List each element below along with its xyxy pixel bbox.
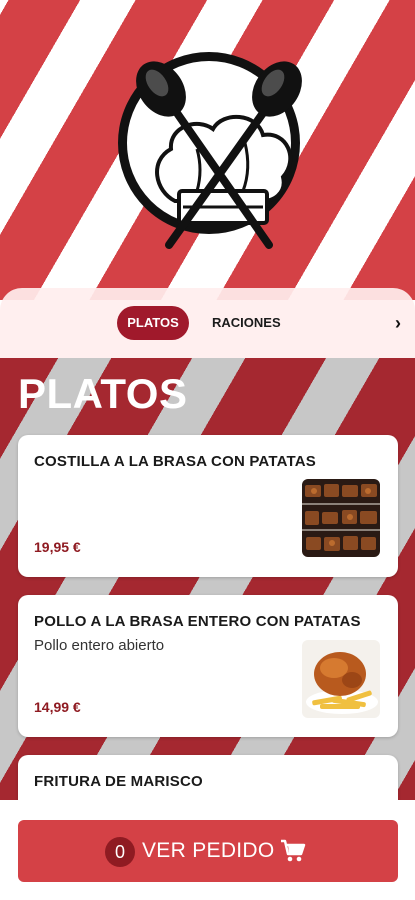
dish-name: FRITURA DE MARISCO — [34, 773, 203, 790]
grilled-ribs-photo — [302, 479, 380, 557]
order-bar: 0 VER PEDIDO — [0, 800, 415, 900]
dish-price: 19,95 € — [34, 539, 81, 555]
category-tab-bar: PLATOS RACIONES › — [0, 288, 415, 358]
dish-price: 14,99 € — [34, 699, 81, 715]
cart-icon — [281, 839, 306, 862]
order-count-badge: 0 — [105, 837, 135, 867]
chef-hat-crossed-spoons-icon — [136, 61, 302, 249]
dish-description: Pollo entero abierto — [34, 637, 165, 654]
view-order-label: VER PEDIDO — [142, 839, 275, 862]
dish-card[interactable]: POLLO A LA BRASA ENTERO CON PATATAS Poll… — [18, 595, 398, 737]
dish-name: COSTILLA A LA BRASA CON PATATAS — [34, 453, 317, 470]
restaurant-logo — [118, 52, 302, 249]
roast-chicken-fries-photo — [302, 640, 380, 718]
section-title: PLATOS — [18, 370, 188, 417]
dish-name: POLLO A LA BRASA ENTERO CON PATATAS — [34, 613, 361, 630]
view-order-button[interactable]: 0 VER PEDIDO — [18, 820, 398, 882]
chevron-right-icon[interactable]: › — [395, 306, 401, 340]
dish-card[interactable]: COSTILLA A LA BRASA CON PATATAS 19,95 € — [18, 435, 398, 577]
header-banner — [0, 0, 415, 300]
tab-platos[interactable]: PLATOS — [117, 306, 189, 340]
tab-raciones[interactable]: RACIONES — [212, 306, 281, 340]
